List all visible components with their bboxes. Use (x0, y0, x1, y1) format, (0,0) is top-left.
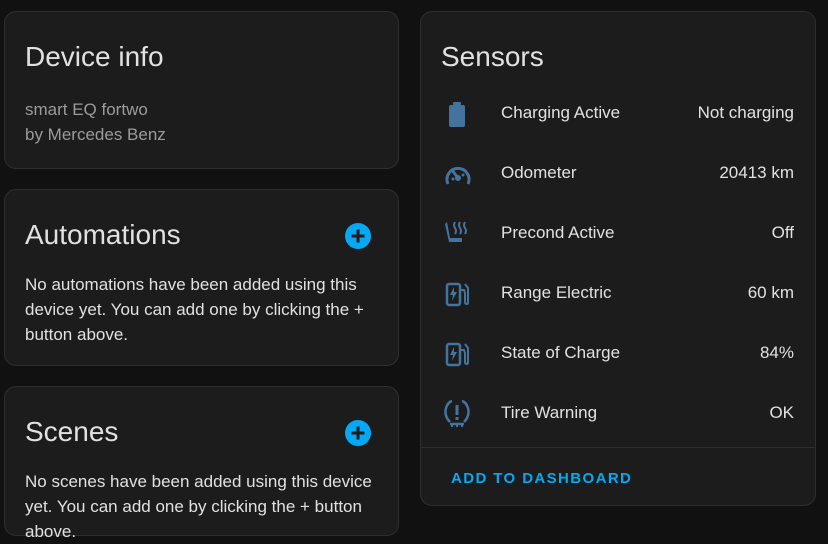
sensor-row-charging-active[interactable]: Charging Active Not charging (421, 83, 815, 143)
sensor-name: Tire Warning (501, 403, 598, 422)
device-model: smart EQ fortwo (25, 100, 148, 119)
sensor-name: Odometer (501, 163, 577, 182)
sensor-value: 60 km (747, 283, 794, 302)
sensor-row-range-electric[interactable]: Range Electric 60 km (421, 263, 815, 323)
sensors-title: Sensors (441, 41, 544, 72)
sensor-value: 84% (759, 343, 794, 362)
scenes-card: Scenes No scenes have been added using t… (4, 386, 399, 541)
sensors-card: Sensors Charging Active Not charging Odo… (420, 11, 816, 506)
sensor-value: OK (769, 403, 794, 422)
device-info-title: Device info (25, 41, 164, 72)
sensor-value: Off (771, 223, 794, 242)
scenes-empty-text: No scenes have been added using this dev… (25, 472, 372, 541)
battery-icon (449, 102, 465, 127)
ev-station-icon (445, 282, 469, 307)
automations-title: Automations (25, 219, 181, 250)
sensor-row-precond-active[interactable]: Precond Active Off (421, 203, 815, 263)
device-manufacturer: by Mercedes Benz (25, 125, 166, 144)
automations-empty-text: No automations have been added using thi… (25, 275, 364, 344)
sensor-value: Not charging (697, 103, 794, 122)
sensor-row-state-of-charge[interactable]: State of Charge 84% (421, 323, 815, 383)
sensor-name: Precond Active (501, 223, 615, 242)
sensor-name: Range Electric (501, 283, 612, 302)
ev-station-icon (445, 342, 469, 367)
add-to-dashboard-button[interactable]: ADD TO DASHBOARD (451, 470, 632, 487)
sensor-name: State of Charge (501, 343, 621, 362)
sensor-row-tire-warning[interactable]: Tire Warning OK (421, 383, 815, 443)
automations-card: Automations No automations have been add… (4, 189, 399, 366)
card-divider (421, 447, 815, 448)
sensor-name: Charging Active (501, 103, 621, 122)
tire-alert-icon (444, 399, 470, 427)
device-info-card: Device info smart EQ fortwo by Mercedes … (4, 11, 399, 169)
speedometer-icon (445, 166, 471, 185)
add-automation-button[interactable] (345, 223, 371, 249)
seat-heater-icon (445, 221, 467, 242)
scenes-title: Scenes (25, 416, 119, 447)
sensor-row-odometer[interactable]: Odometer 20413 km (421, 143, 815, 203)
sensor-value: 20413 km (719, 163, 794, 182)
add-scene-button[interactable] (345, 420, 371, 446)
